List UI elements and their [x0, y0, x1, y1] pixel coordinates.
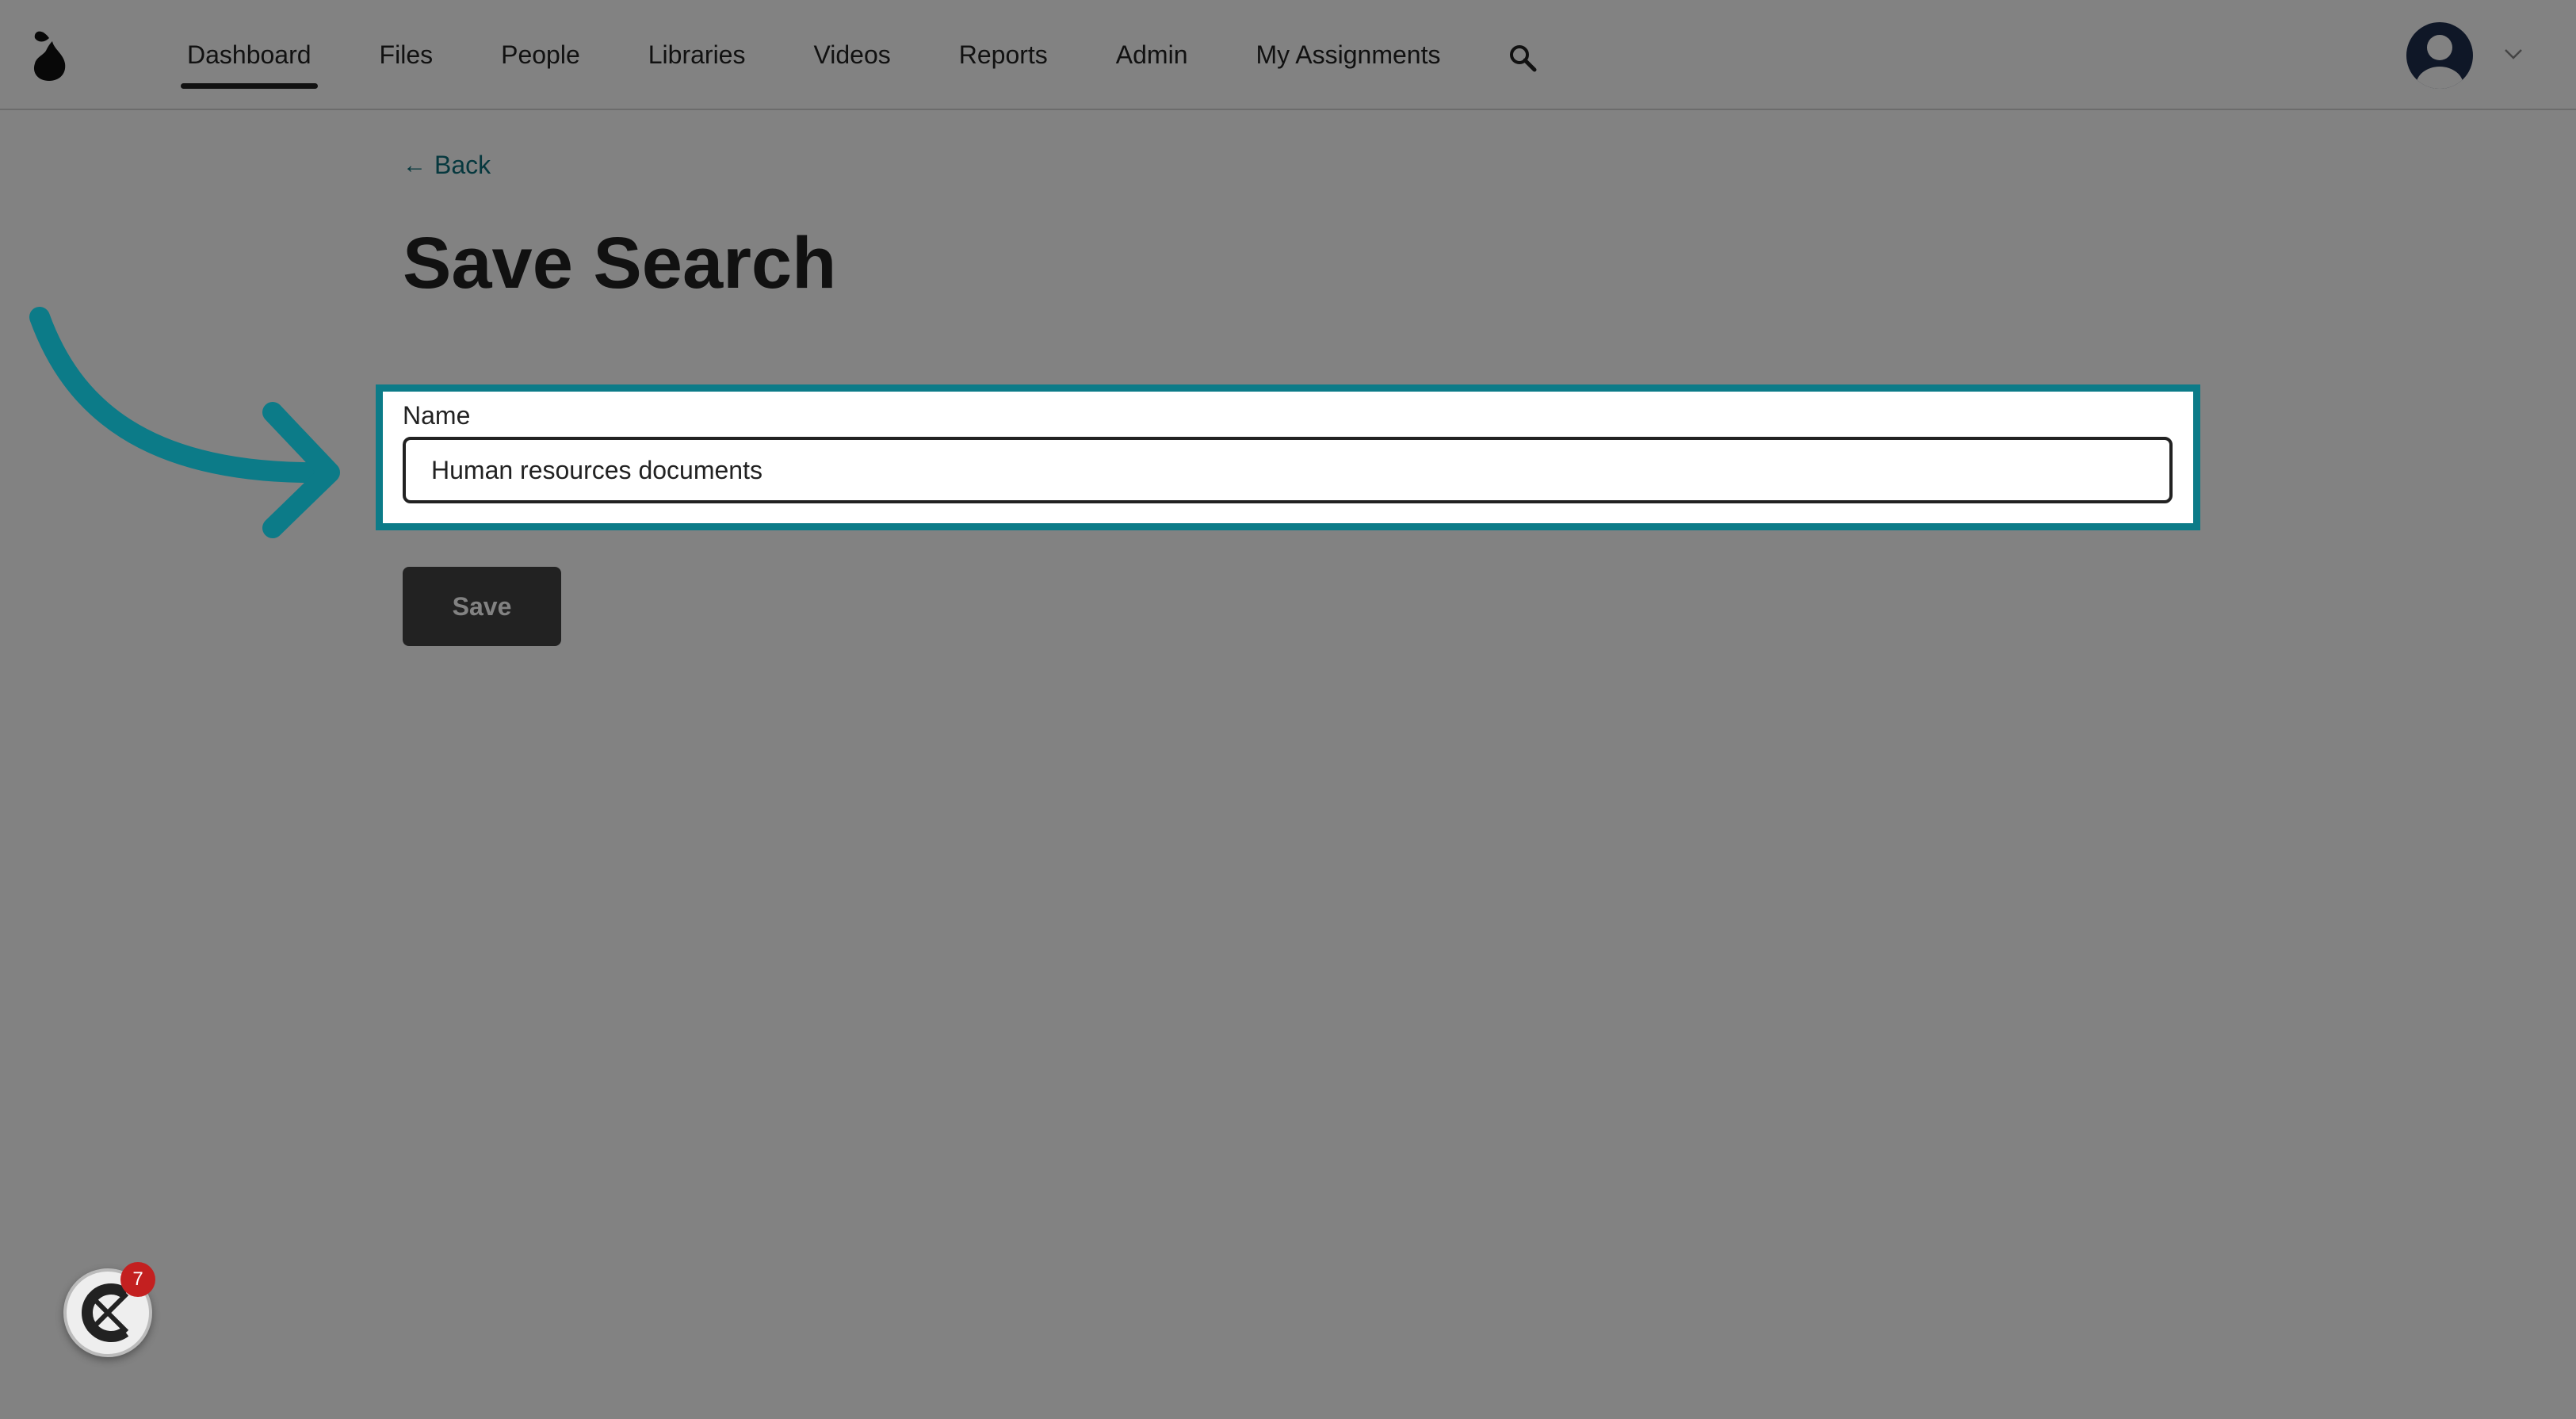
user-avatar-icon[interactable]: [2406, 22, 2473, 89]
back-link[interactable]: ← Back: [403, 151, 491, 180]
nav-files[interactable]: Files: [380, 0, 434, 110]
search-icon[interactable]: [1508, 43, 1538, 73]
top-navigation-bar: Dashboard Files People Libraries Videos …: [0, 0, 2576, 110]
nav-my-assignments[interactable]: My Assignments: [1256, 0, 1440, 110]
nav-libraries[interactable]: Libraries: [648, 0, 746, 110]
back-link-label: Back: [434, 151, 491, 179]
nav-reports[interactable]: Reports: [959, 0, 1048, 110]
main-nav: Dashboard Files People Libraries Videos …: [181, 0, 1508, 110]
arrow-left-icon: ←: [403, 151, 426, 178]
nav-dashboard[interactable]: Dashboard: [181, 0, 318, 110]
nav-people[interactable]: People: [501, 0, 580, 110]
nav-videos[interactable]: Videos: [813, 0, 890, 110]
page-title: Save Search: [403, 223, 837, 304]
pear-logo-icon[interactable]: [30, 27, 71, 81]
notification-badge: 7: [120, 1262, 155, 1297]
save-button[interactable]: Save: [403, 567, 561, 646]
nav-admin[interactable]: Admin: [1116, 0, 1188, 110]
name-input[interactable]: [403, 437, 2173, 503]
name-field-label: Name: [403, 401, 471, 430]
pointer-arrow-icon: [29, 307, 340, 538]
chevron-down-icon[interactable]: [2503, 48, 2524, 60]
tutorial-dim-overlay: [0, 0, 2576, 1419]
